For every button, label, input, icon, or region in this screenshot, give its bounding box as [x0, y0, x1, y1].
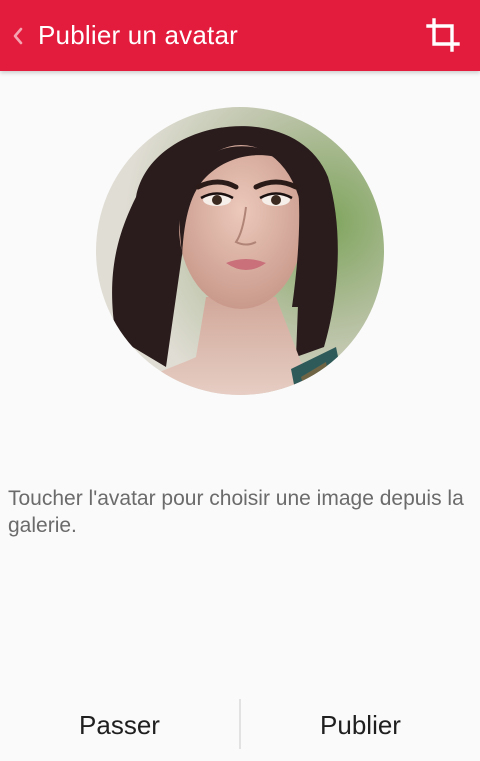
page-title: Publier un avatar	[38, 20, 238, 50]
skip-button[interactable]: Passer	[0, 699, 239, 761]
back-button[interactable]	[0, 0, 36, 71]
publish-button[interactable]: Publier	[241, 699, 480, 761]
avatar-hint-text: Toucher l'avatar pour choisir une image …	[8, 487, 464, 537]
publish-avatar-screen: Publier un avatar Toucher l'avatar pour …	[0, 0, 480, 761]
bottom-action-bar: Passer Publier	[0, 699, 480, 761]
crop-button[interactable]	[420, 10, 466, 60]
chevron-left-icon	[13, 27, 23, 44]
crop-icon	[426, 18, 460, 52]
avatar-portrait	[96, 107, 384, 395]
top-app-bar: Publier un avatar	[0, 0, 480, 71]
avatar-image[interactable]	[96, 107, 384, 395]
